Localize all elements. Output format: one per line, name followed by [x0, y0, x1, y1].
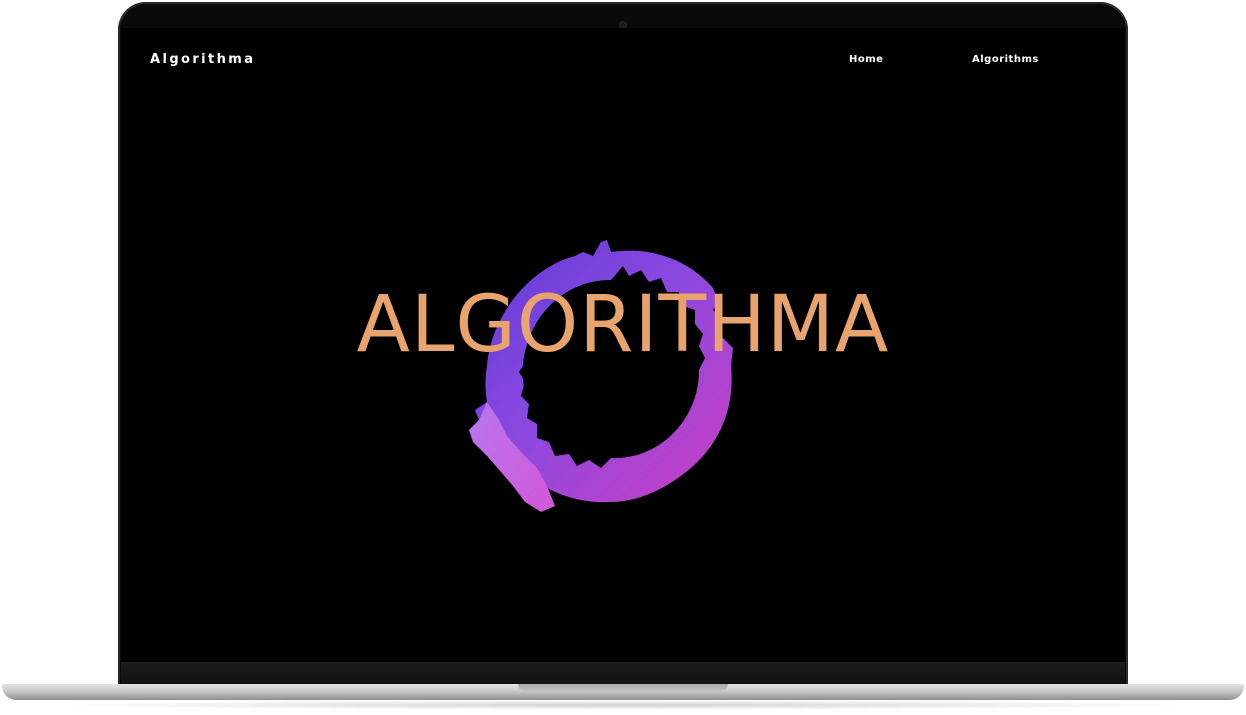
nav-algorithms-link[interactable]: Algorithms: [972, 54, 1039, 65]
site-logo[interactable]: Algorithma: [150, 52, 255, 67]
laptop-shadow: [40, 700, 1206, 710]
hero-title: ALGORITHMA: [356, 280, 890, 370]
screen: Algorithma Home Algorithms ALGORITHMA: [121, 28, 1125, 662]
site-header: Algorithma Home Algorithms: [121, 28, 1125, 98]
nav-home-link[interactable]: Home: [849, 54, 883, 65]
laptop-mockup: Algorithma Home Algorithms ALGORITHMA: [0, 0, 1246, 715]
screen-bottom-bezel: [121, 662, 1125, 684]
laptop-notch: [518, 684, 728, 692]
